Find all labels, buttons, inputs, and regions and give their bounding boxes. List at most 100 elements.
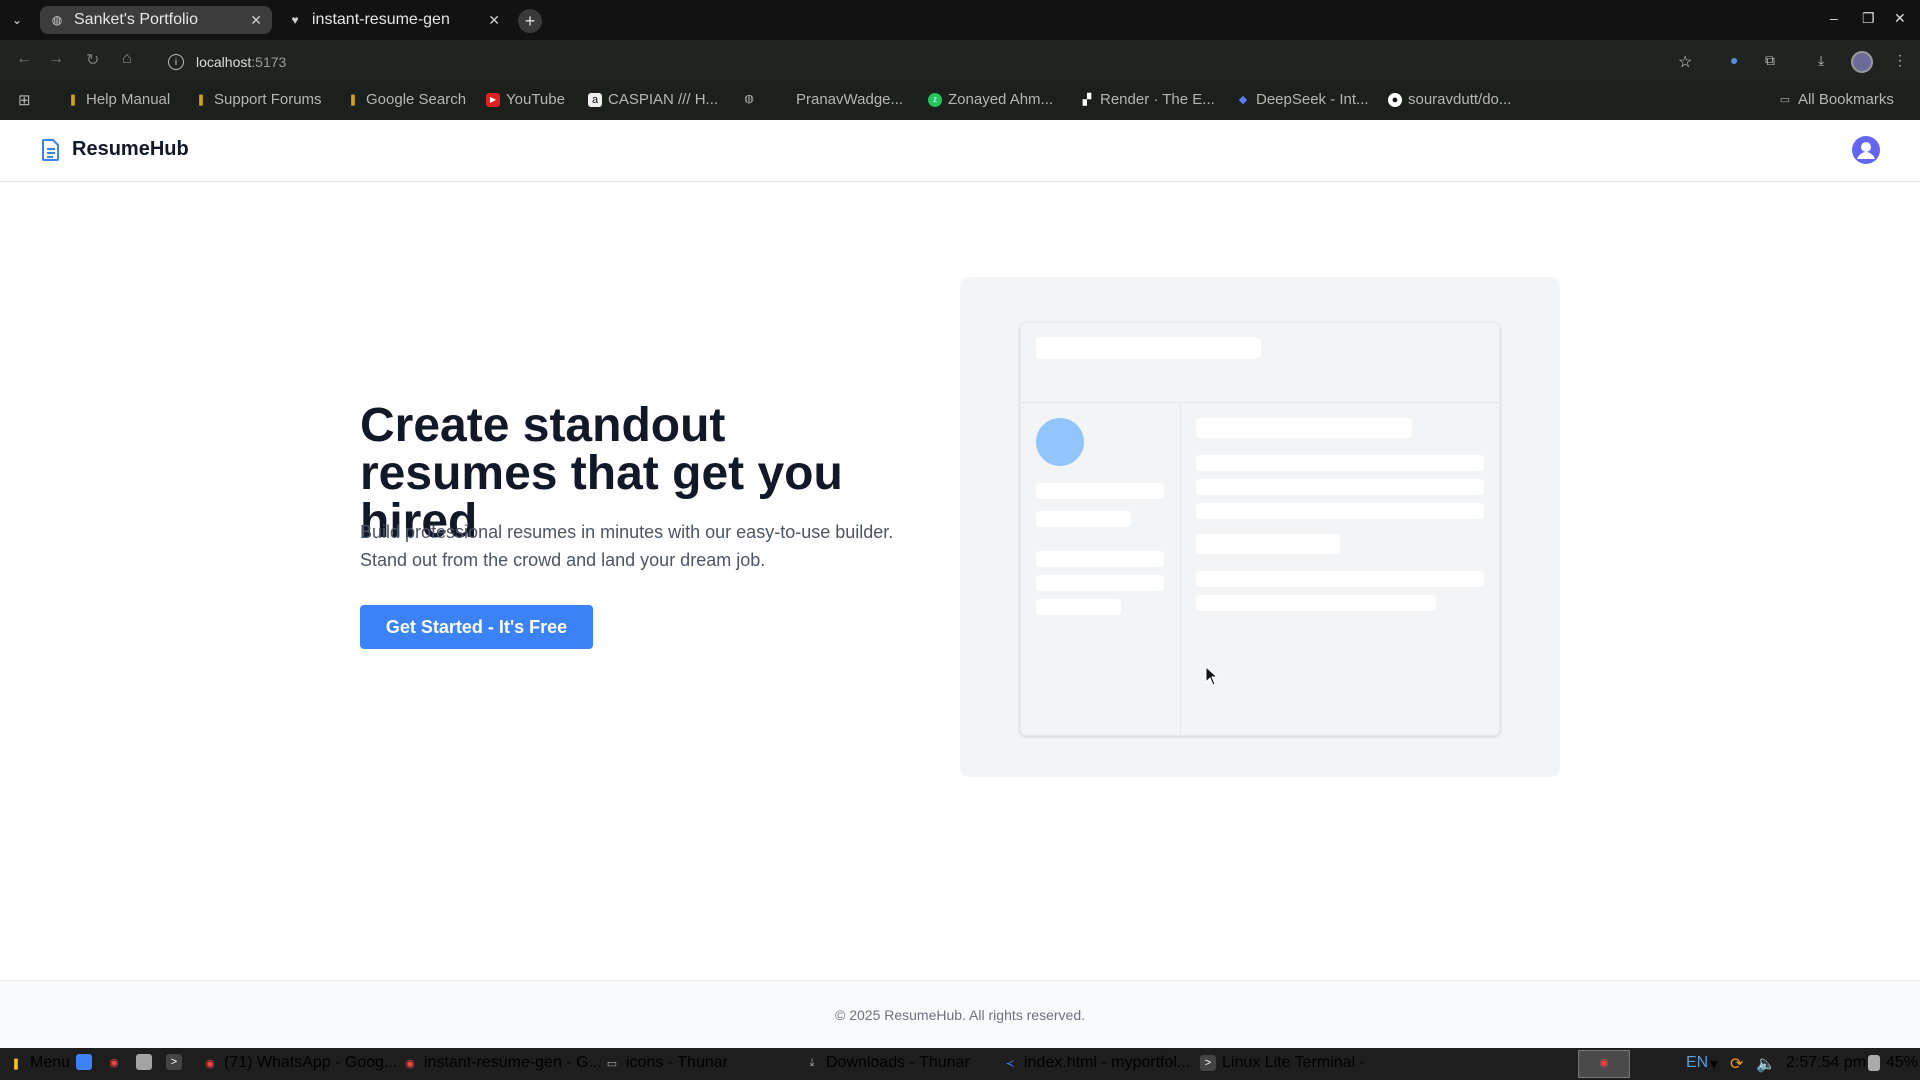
close-tab-icon[interactable]: ✕ xyxy=(250,12,262,29)
taskbar-item-icons-thunar[interactable]: ▭ icons - Thunar xyxy=(604,1054,728,1072)
extension-pin-icon[interactable]: ● xyxy=(1730,52,1738,68)
skeleton-line xyxy=(1196,503,1484,519)
bookmark-help-manual[interactable]: ❚ Help Manual xyxy=(66,91,170,108)
brand-logo[interactable]: ResumeHub xyxy=(42,138,189,161)
all-bookmarks[interactable]: ▭ All Bookmarks xyxy=(1778,91,1894,108)
user-avatar-icon[interactable] xyxy=(1851,135,1881,165)
download-icon[interactable]: ⤓ xyxy=(1818,52,1824,69)
tab-search-chevron-icon[interactable]: ⌄ xyxy=(0,0,34,40)
close-window-icon[interactable]: ✕ xyxy=(1894,10,1906,27)
keyboard-layout[interactable]: EN xyxy=(1686,1054,1708,1072)
bookmark-support-forums[interactable]: ❚ Support Forums xyxy=(194,91,322,108)
all-bookmarks-label: All Bookmarks xyxy=(1798,91,1894,108)
linux-icon: ❚ xyxy=(68,94,78,106)
taskbar-item-instant-resume-gen[interactable]: ◉ instant-resume-gen - G... xyxy=(402,1054,602,1072)
minimize-icon[interactable]: – xyxy=(1830,10,1838,26)
volume-icon[interactable]: 🔈 xyxy=(1756,1054,1776,1074)
bookmark-github[interactable]: ● souravdutt/do... xyxy=(1388,91,1511,108)
forward-icon[interactable]: → xyxy=(48,50,64,68)
site-info-icon[interactable]: i xyxy=(168,54,184,70)
globe-icon: ◍ xyxy=(744,92,754,105)
skeleton-heading xyxy=(1196,534,1340,554)
hero-subtitle: Build professional resumes in minutes wi… xyxy=(360,522,894,570)
skeleton-name-line xyxy=(1036,337,1261,359)
bookmark-render[interactable]: ▞ Render · The E... xyxy=(1080,91,1215,108)
youtube-icon: ▶ xyxy=(486,92,500,107)
bookmark-label: Google Search xyxy=(366,91,467,108)
bookmark-star-icon[interactable]: ☆ xyxy=(1678,52,1692,72)
bookmark-pranavwadge[interactable]: PranavWadge... xyxy=(776,91,903,108)
taskbar-item-whatsapp[interactable]: ◉ (71) WhatsApp - Goog... xyxy=(202,1054,397,1072)
files-launcher-icon[interactable] xyxy=(136,1054,158,1070)
apps-grid-icon[interactable]: ⊞ xyxy=(18,91,31,109)
get-started-button[interactable]: Get Started - It's Free xyxy=(360,605,593,649)
taskbar-item-label: icons - Thunar xyxy=(626,1054,728,1071)
taskbar-item-label: Downloads - Thunar xyxy=(826,1054,970,1071)
folder-icon: ▭ xyxy=(1779,94,1791,106)
tab-title: instant-resume-gen xyxy=(312,11,450,28)
taskbar-item-terminal[interactable]: > Linux Lite Terminal - xyxy=(1200,1054,1365,1072)
skeleton-line xyxy=(1036,599,1121,615)
bookmark-globe[interactable]: ◍ xyxy=(742,91,762,105)
brand-name: ResumeHub xyxy=(72,138,189,160)
tab-sankets-portfolio[interactable]: ◍ Sanket's Portfolio ✕ xyxy=(40,6,272,34)
terminal-icon: > xyxy=(166,1054,182,1070)
bookmark-caspian[interactable]: a CASPIAN /// H... xyxy=(588,91,718,108)
clock[interactable]: 2:57:54 pm xyxy=(1786,1054,1866,1072)
bookmark-deepseek[interactable]: ◆ DeepSeek - Int... xyxy=(1236,91,1369,108)
update-icon[interactable]: ⟳ xyxy=(1730,1054,1743,1074)
reload-icon[interactable]: ↻ xyxy=(86,50,99,70)
taskbar-item-vscode[interactable]: ≺ index.html - myportfol... xyxy=(1002,1054,1190,1072)
close-tab-icon[interactable]: ✕ xyxy=(488,12,500,29)
skeleton-line xyxy=(1036,511,1131,527)
taskbar-item-label: instant-resume-gen - G... xyxy=(424,1054,602,1071)
render-icon: ▞ xyxy=(1082,94,1092,106)
home-icon[interactable]: ⌂ xyxy=(122,50,132,68)
bookmark-youtube[interactable]: ▶ YouTube xyxy=(486,91,565,108)
bookmark-label: Render · The E... xyxy=(1100,91,1215,108)
menu-label: Menu xyxy=(30,1054,71,1071)
bookmark-google-search[interactable]: ❚ Google Search xyxy=(346,91,466,108)
taskbar-item-label: (71) WhatsApp - Goog... xyxy=(224,1054,398,1071)
app-header: ResumeHub xyxy=(0,120,1920,182)
bookmark-label: YouTube xyxy=(506,91,565,108)
skeleton-line xyxy=(1036,483,1164,499)
back-icon[interactable]: ← xyxy=(16,50,32,68)
folder-icon: ▭ xyxy=(606,1057,618,1070)
skeleton-heading xyxy=(1196,418,1412,438)
vscode-icon: ≺ xyxy=(1005,1057,1015,1070)
amazon-icon: a xyxy=(588,92,602,107)
chrome-launcher-icon[interactable]: ◉ xyxy=(106,1054,128,1070)
profile-avatar[interactable] xyxy=(1851,51,1873,73)
skeleton-line xyxy=(1196,455,1484,471)
new-tab-button[interactable]: + xyxy=(518,9,542,33)
github-icon: ● xyxy=(1388,92,1402,107)
skeleton-photo-circle xyxy=(1036,418,1084,466)
deepseek-icon: ◆ xyxy=(1238,94,1248,106)
bookmark-label: Support Forums xyxy=(214,91,322,108)
site-icon xyxy=(776,93,790,107)
tab-instant-resume-gen[interactable]: ♥ instant-resume-gen ✕ xyxy=(278,6,510,34)
more-menu-icon[interactable]: ⋮ xyxy=(1893,52,1907,69)
taskbar-item-label: Linux Lite Terminal - xyxy=(1222,1054,1365,1071)
desktop-icon-glyph xyxy=(76,1054,92,1070)
page-footer: © 2025 ResumeHub. All rights reserved. xyxy=(0,980,1920,1048)
taskbar-item-downloads-thunar[interactable]: ⤓ Downloads - Thunar xyxy=(804,1054,970,1072)
address-bar[interactable]: i localhost:5173 xyxy=(160,48,1700,76)
resume-column-divider xyxy=(1180,403,1181,736)
linux-lite-icon: ❚ xyxy=(11,1057,21,1070)
bookmark-label: CASPIAN /// H... xyxy=(608,91,719,108)
battery-indicator[interactable]: 45% xyxy=(1868,1054,1918,1072)
chrome-icon: ◉ xyxy=(205,1057,215,1070)
restore-icon[interactable]: ❐ xyxy=(1862,10,1875,27)
terminal-launcher-icon[interactable]: > xyxy=(166,1054,188,1070)
resume-preview-card xyxy=(1020,322,1500,736)
folder-icon: ⤓ xyxy=(809,1056,815,1069)
bookmark-label: Zonayed Ahm... xyxy=(948,91,1054,108)
start-menu-button[interactable]: ❚ Menu xyxy=(8,1054,70,1072)
bookmark-zonayed[interactable]: z Zonayed Ahm... xyxy=(928,91,1053,108)
linux-icon: ❚ xyxy=(196,94,206,106)
desktop-icon[interactable] xyxy=(76,1054,98,1070)
extensions-icon[interactable]: ⧉ xyxy=(1765,52,1775,69)
wifi-icon[interactable]: ▾ xyxy=(1710,1054,1718,1074)
